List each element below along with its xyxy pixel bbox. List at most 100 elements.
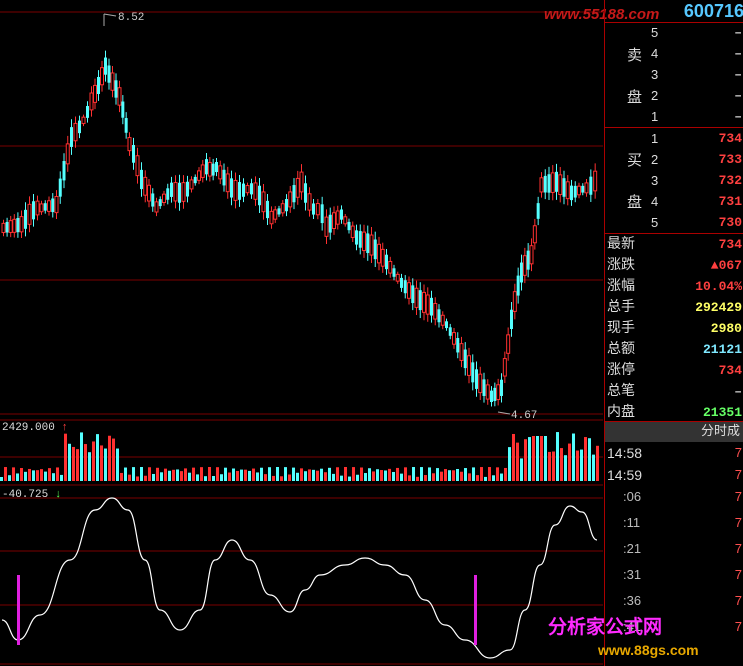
volume-bar xyxy=(512,433,515,481)
trade-row: :36 7 xyxy=(623,593,742,608)
volume-bar xyxy=(456,469,459,481)
candle-body xyxy=(526,250,530,270)
volume-bar xyxy=(16,473,19,481)
volume-bar xyxy=(452,470,455,481)
candle-body xyxy=(307,193,312,211)
ask-row[interactable]: 2– xyxy=(605,85,743,106)
candle-body xyxy=(395,273,400,282)
candle-body xyxy=(97,76,100,95)
volume-bar xyxy=(200,467,203,481)
bid-row[interactable]: 3 732 xyxy=(605,170,743,191)
candle-body xyxy=(388,260,393,274)
volume-bar xyxy=(420,467,423,481)
ask-row[interactable]: 5– xyxy=(605,22,743,43)
volume-bar xyxy=(112,438,115,481)
candle-body xyxy=(467,355,471,376)
candle-body xyxy=(589,176,593,195)
candle-body xyxy=(151,193,155,207)
volume-bar xyxy=(152,473,155,481)
volume-bar xyxy=(120,472,123,481)
candle-body xyxy=(273,209,278,220)
candle-body xyxy=(478,373,483,394)
volume-bar xyxy=(128,474,131,481)
candle-body xyxy=(8,220,13,233)
volume-bar xyxy=(280,476,283,481)
volume-bar xyxy=(560,448,563,481)
volume-bar xyxy=(20,468,23,481)
candle-body xyxy=(506,334,511,354)
volume-bar xyxy=(336,467,339,481)
volume-bar xyxy=(428,467,431,481)
trade-row: :31 7 xyxy=(623,567,742,582)
candle-body xyxy=(158,199,162,207)
volume-bar xyxy=(388,468,391,481)
volume-bar xyxy=(92,441,95,481)
volume-bar xyxy=(508,447,511,481)
volume-bar xyxy=(256,472,259,481)
candle-body xyxy=(89,92,94,111)
volume-bar xyxy=(276,467,279,481)
candle-body xyxy=(225,173,230,193)
volume-bar xyxy=(416,476,419,481)
volume-bar xyxy=(292,467,295,481)
candle-body xyxy=(162,193,166,203)
candle-body xyxy=(328,214,332,233)
volume-bar xyxy=(468,473,471,481)
volume-bar xyxy=(396,467,399,481)
candle-body xyxy=(358,231,362,248)
volume-bar xyxy=(284,467,287,481)
volume-bar xyxy=(340,475,343,481)
candle-body xyxy=(558,174,563,196)
candle-body xyxy=(78,120,81,134)
volume-bar xyxy=(168,470,171,481)
volume-bar xyxy=(476,475,479,481)
volume-bar xyxy=(480,467,483,481)
bid-row[interactable]: 4 731 xyxy=(605,191,743,212)
bid-row[interactable]: 5 730 xyxy=(605,212,743,233)
ask-row[interactable]: 3– xyxy=(605,64,743,85)
candle-body xyxy=(373,239,377,260)
candle-body xyxy=(414,287,419,308)
volume-bar xyxy=(332,473,335,481)
volume-bar xyxy=(236,470,239,481)
volume-bar xyxy=(268,467,271,481)
candle-body xyxy=(350,225,355,238)
candle-body xyxy=(459,343,464,361)
candle-body xyxy=(62,161,66,181)
candle-body xyxy=(100,67,104,86)
candle-body xyxy=(407,282,411,299)
volume-bar xyxy=(312,469,315,481)
bid-row[interactable]: 1 734 xyxy=(605,128,743,149)
candle-body xyxy=(573,185,577,198)
candle-body xyxy=(355,230,358,245)
candle-body xyxy=(315,202,320,216)
volume-bar xyxy=(344,467,347,481)
candle-body xyxy=(154,201,159,213)
trades-header[interactable]: 分时成 xyxy=(605,422,743,442)
volume-bar xyxy=(224,467,227,481)
volume-bar xyxy=(584,437,587,481)
volume-bar xyxy=(136,476,139,481)
volume-bar xyxy=(68,443,71,481)
volume-bar xyxy=(84,444,87,481)
volume-bar xyxy=(596,445,599,481)
volume-bar xyxy=(460,471,463,481)
trade-row: :11 7 xyxy=(623,515,742,530)
ask-row[interactable]: 4– xyxy=(605,43,743,64)
watermark-bottom: 分析家公式网 xyxy=(548,616,663,638)
volume-bar xyxy=(288,474,291,481)
volume-bar xyxy=(316,470,319,481)
quote-row: 涨幅 10.04% xyxy=(607,278,742,294)
candle-body xyxy=(299,171,304,193)
ask-row[interactable]: 1– xyxy=(605,106,743,127)
candle-body xyxy=(292,185,296,203)
volume-bar xyxy=(28,468,31,481)
candle-body xyxy=(490,390,493,403)
candle-body xyxy=(565,181,570,200)
candle-body xyxy=(550,172,555,193)
candle-body xyxy=(340,209,343,220)
candle-body xyxy=(147,184,151,202)
bid-row[interactable]: 2 733 xyxy=(605,149,743,170)
candle-body xyxy=(485,384,490,400)
candle-body xyxy=(197,170,201,181)
